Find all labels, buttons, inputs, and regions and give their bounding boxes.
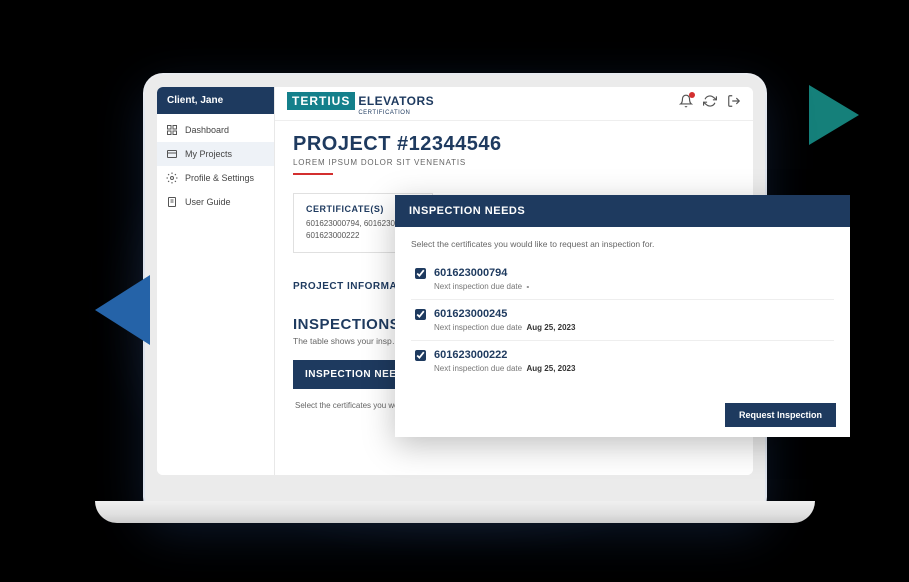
page-title: PROJECT #12344546 (293, 133, 735, 156)
certificate-checkbox[interactable] (415, 350, 426, 361)
notification-dot (689, 92, 695, 98)
decorative-triangle-right (809, 85, 859, 145)
sidebar: Client, Jane Dashboard My Projects Profi… (157, 87, 275, 475)
sidebar-item-user-guide[interactable]: User Guide (157, 190, 274, 214)
certificate-due: Next inspection due date Aug 25, 2023 (434, 364, 830, 373)
logo-mark: TERTIUS (287, 92, 355, 110)
sidebar-item-label: Dashboard (185, 125, 229, 135)
inspection-needs-modal: INSPECTION NEEDS Select the certificates… (395, 195, 850, 437)
certificate-item: 601623000245 Next inspection due date Au… (411, 300, 834, 341)
certificate-number: 601623000245 (434, 308, 507, 320)
sidebar-item-label: My Projects (185, 149, 232, 159)
certificate-due: Next inspection due date Aug 25, 2023 (434, 323, 830, 332)
logo: TERTIUS ELEVATORS CERTIFICATION (287, 92, 434, 116)
certificate-item: 601623000222 Next inspection due date Au… (411, 341, 834, 381)
page-subtitle: LOREM IPSUM DOLOR SIT VENENATIS (293, 158, 735, 167)
dashboard-icon (166, 124, 178, 136)
sidebar-item-profile-settings[interactable]: Profile & Settings (157, 166, 274, 190)
decorative-triangle-left (95, 275, 150, 345)
logout-button[interactable] (727, 94, 741, 113)
refresh-icon (703, 94, 717, 108)
request-inspection-button[interactable]: Request Inspection (725, 403, 836, 427)
modal-title: INSPECTION NEEDS (395, 195, 850, 227)
notifications-button[interactable] (679, 94, 693, 113)
accent-underline (293, 173, 333, 175)
certificate-checkbox[interactable] (415, 268, 426, 279)
refresh-button[interactable] (703, 94, 717, 113)
certificate-due: Next inspection due date - (434, 282, 830, 291)
guide-icon (166, 196, 178, 208)
logout-icon (727, 94, 741, 108)
certificate-number: 601623000222 (434, 349, 507, 361)
certificate-checkbox[interactable] (415, 309, 426, 320)
topbar: TERTIUS ELEVATORS CERTIFICATION (275, 87, 753, 121)
settings-icon (166, 172, 178, 184)
projects-icon (166, 148, 178, 160)
sidebar-user-name: Client, Jane (157, 87, 274, 114)
logo-text: ELEVATORS (358, 94, 434, 108)
sidebar-item-my-projects[interactable]: My Projects (157, 142, 274, 166)
sidebar-item-label: Profile & Settings (185, 173, 254, 183)
certificate-number: 601623000794 (434, 267, 507, 279)
sidebar-item-label: User Guide (185, 197, 231, 207)
logo-subtitle: CERTIFICATION (358, 110, 434, 116)
sidebar-item-dashboard[interactable]: Dashboard (157, 118, 274, 142)
modal-instruction: Select the certificates you would like t… (411, 239, 834, 249)
certificate-item: 601623000794 Next inspection due date - (411, 259, 834, 300)
